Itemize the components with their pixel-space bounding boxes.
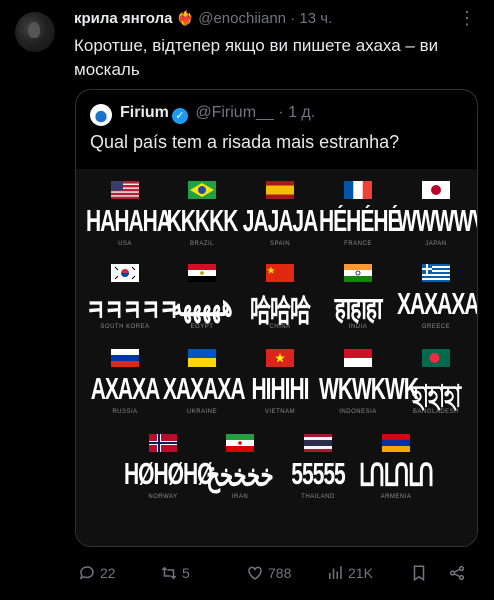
laugh-card-thailand: 55555 THAILAND	[279, 434, 357, 500]
cn-flag-icon	[266, 264, 294, 282]
laugh-card-iran: خخخخخ IRAN	[201, 434, 279, 500]
quoted-tweet-header: Firium ✓ @Firium__ · 1 д.	[120, 104, 315, 124]
am-flag-icon	[382, 434, 410, 452]
tweet-header: крила янгола ❤️‍🔥 @enochiiann · 13 ч.	[74, 10, 332, 27]
ir-flag-icon	[226, 434, 254, 452]
tweet-text: Коротше, відтепер якщо ви пишете ахаха –…	[74, 36, 439, 79]
eg-flag-icon	[188, 264, 216, 282]
repost-icon	[161, 566, 177, 580]
laugh-text: HAHAHA	[86, 205, 172, 239]
no-flag-icon	[149, 434, 177, 452]
tweet[interactable]: крила янгола ❤️‍🔥 @enochiiann · 13 ч. ⋮ …	[0, 0, 494, 600]
repost-count: 5	[182, 565, 190, 581]
laugh-card-bangladesh: হাহাহা BANGLADESH	[397, 349, 475, 415]
laugh-card-india: हाहाहा INDIA	[319, 264, 397, 330]
bd-flag-icon	[422, 349, 450, 367]
ru-flag-icon	[111, 349, 139, 367]
dot-separator: ·	[290, 10, 296, 27]
laugh-card-usa: HAHAHA USA	[86, 181, 172, 247]
jp-flag-icon	[422, 181, 450, 199]
view-count: 21K	[348, 565, 373, 581]
author-avatar[interactable]	[15, 12, 55, 52]
quoted-tweet-text: Qual país tem a risada mais estranha?	[90, 132, 400, 152]
es-flag-icon	[266, 181, 294, 199]
laugh-card-greece: ΧΑΧΑΧΑ GREECE	[397, 264, 478, 330]
id-flag-icon	[344, 349, 372, 367]
laugh-text: ԼՈԼՈԼՈ	[359, 459, 434, 493]
views-chart-icon	[329, 566, 342, 579]
laugh-card-spain: JAJAJA SPAIN	[241, 181, 319, 247]
laugh-card-indonesia: WKWKWK INDONESIA	[319, 349, 419, 415]
laugh-text: WWWWV	[397, 205, 478, 239]
reply-icon	[79, 566, 94, 580]
laugh-card-ukraine: ХАХАХА UKRAINE	[163, 349, 246, 415]
laugh-card-russia: АХАХА RUSSIA	[86, 349, 164, 415]
share-button[interactable]	[448, 564, 466, 582]
laugh-card-egypt: هههههه EGYPT	[163, 264, 241, 330]
author-name[interactable]: крила янгола	[74, 10, 172, 27]
laugh-text: HIHIHI	[251, 373, 310, 407]
laugh-text: KKKKK	[166, 205, 239, 239]
quoted-author-name: Firium	[120, 104, 169, 121]
laugh-card-brazil: KKKKK BRAZIL	[163, 181, 241, 247]
reply-button[interactable]: 22	[78, 564, 116, 582]
share-icon	[449, 565, 465, 581]
quoted-author-handle: @Firium__	[195, 104, 274, 121]
laugh-text: 哈哈哈	[250, 295, 311, 329]
laugh-text: ㅋㅋㅋㅋㅋ	[86, 295, 179, 329]
bookmark-icon	[413, 565, 425, 582]
ua-flag-icon	[188, 349, 216, 367]
views-button[interactable]: 21K	[326, 564, 373, 582]
dot-separator: ·	[278, 104, 284, 121]
tweet-time[interactable]: 13 ч.	[299, 10, 332, 27]
laugh-text: АХАХА	[90, 373, 161, 407]
laughter-infographic[interactable]: HAHAHA USA KKKKK BRAZIL JAJAJA SPAIN HÉHÉHÉ FRA…	[76, 169, 478, 546]
verified-badge-icon: ✓	[171, 108, 188, 124]
laugh-card-norway: HØHØHØ NORWAY	[124, 434, 214, 500]
heart-icon	[248, 566, 262, 580]
br-flag-icon	[188, 181, 216, 199]
laugh-text: হাহাহা	[411, 380, 461, 414]
like-button[interactable]: 788	[246, 564, 291, 582]
laugh-text: HÉHÉHÉ	[319, 205, 402, 239]
laugh-text: ХАХАХА	[163, 373, 246, 407]
vn-flag-icon	[266, 349, 294, 367]
quoted-tweet-time: 1 д.	[288, 104, 316, 121]
laugh-text: HØHØHØ	[124, 458, 214, 492]
laugh-card-armenia: ԼՈԼՈԼՈ ARMENIA	[357, 434, 435, 500]
laugh-card-south-korea: ㅋㅋㅋㅋㅋ SOUTH KOREA	[86, 264, 179, 330]
laugh-text: हाहाहा	[334, 292, 383, 326]
laugh-card-france: HÉHÉHÉ FRANCE	[319, 181, 402, 247]
bookmark-button[interactable]	[410, 564, 428, 582]
laugh-card-japan: WWWWV JAPAN	[397, 181, 478, 247]
us-flag-icon	[111, 181, 139, 199]
fr-flag-icon	[344, 181, 372, 199]
in-flag-icon	[344, 264, 372, 282]
laugh-text: 55555	[291, 458, 345, 492]
heart-fire-icon: ❤️‍🔥	[176, 10, 195, 26]
more-options-icon[interactable]: ⋮	[458, 8, 477, 29]
laugh-text: هههههه	[171, 289, 233, 323]
quoted-tweet[interactable]: Firium ✓ @Firium__ · 1 д. Qual país tem a…	[75, 89, 478, 547]
laugh-text: WKWKWK	[319, 373, 419, 407]
like-count: 788	[268, 565, 292, 581]
repost-button[interactable]: 5	[160, 564, 190, 582]
reply-count: 22	[100, 565, 116, 581]
laugh-text: ΧΑΧΑΧΑ	[397, 288, 478, 322]
laugh-card-vietnam: HIHIHI VIETNAM	[241, 349, 319, 415]
quoted-author-avatar	[90, 104, 112, 126]
action-bar: 22 5 788 21K	[0, 560, 494, 590]
laugh-text: خخخخخ	[206, 459, 274, 493]
kr-flag-icon	[111, 264, 139, 282]
th-flag-icon	[304, 434, 332, 452]
gr-flag-icon	[422, 264, 450, 282]
laugh-card-china: 哈哈哈 CHINA	[241, 264, 319, 330]
laugh-text: JAJAJA	[242, 205, 319, 239]
author-handle[interactable]: @enochiiann	[198, 10, 286, 27]
